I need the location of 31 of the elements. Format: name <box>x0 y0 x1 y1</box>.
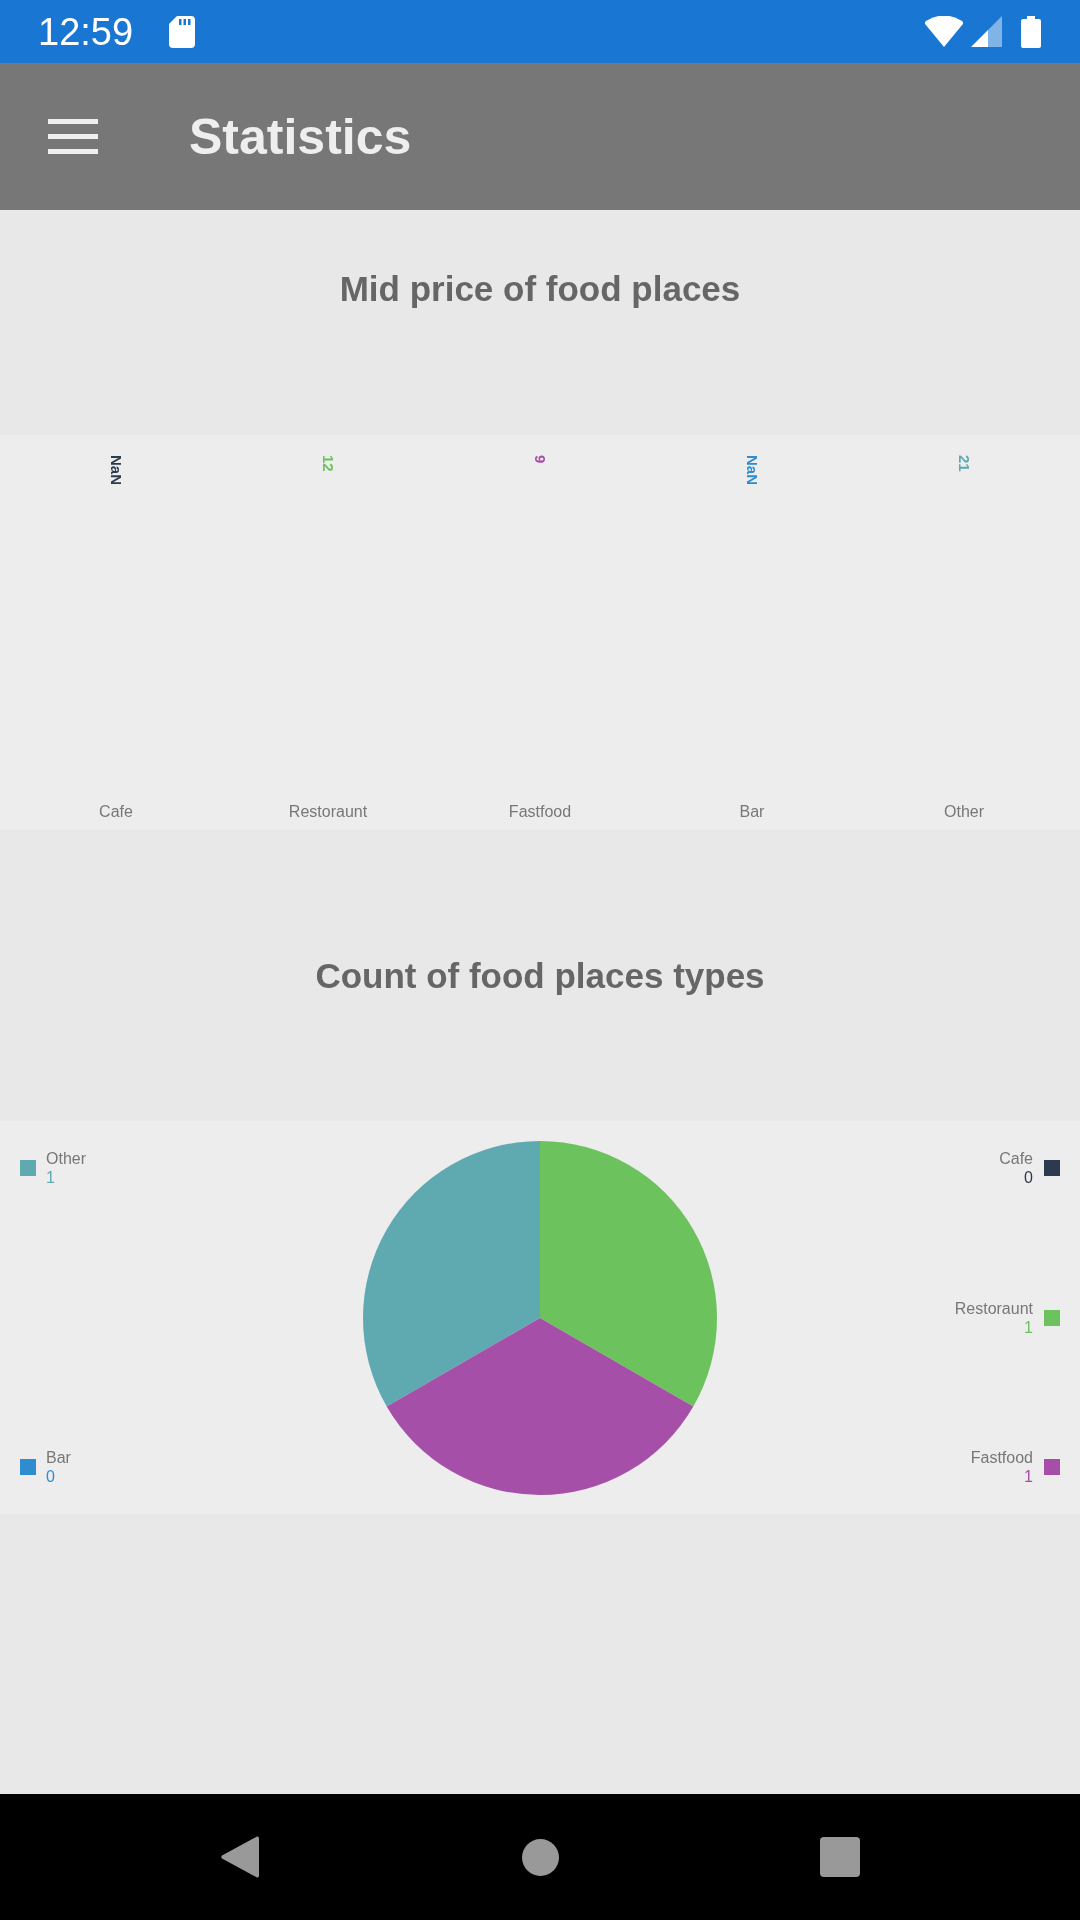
category-label: Bar <box>738 802 766 821</box>
category-label: Other <box>943 802 985 821</box>
legend-label: Restoraunt <box>954 1298 1033 1318</box>
battery-icon <box>1021 15 1041 48</box>
menu-icon[interactable] <box>48 119 98 154</box>
back-icon[interactable] <box>221 1836 259 1878</box>
value-label: 9 <box>531 455 549 464</box>
legend-label: Fastfood <box>970 1448 1033 1467</box>
signal-icon <box>971 16 1002 47</box>
chart-title: Count of food places types <box>315 955 765 996</box>
value-label: NaN <box>107 455 125 485</box>
legend-value: 0 <box>1024 1168 1033 1187</box>
category-label: Restoraunt <box>287 802 369 821</box>
home-icon[interactable] <box>521 1838 559 1876</box>
legend-label: Cafe <box>999 1149 1033 1168</box>
sd-card-icon <box>169 15 196 48</box>
legend-value: 1 <box>1024 1317 1033 1337</box>
value-label: 21 <box>955 455 973 472</box>
category-label: Fastfood <box>507 802 573 821</box>
legend-value: 1 <box>46 1168 56 1187</box>
chart-title: Mid price of food places <box>339 269 741 309</box>
toolbar-title: Statistics <box>189 107 412 166</box>
category-label: Cafe <box>98 802 134 821</box>
value-label: NaN <box>743 455 761 485</box>
legend-value: 1 <box>1024 1467 1033 1486</box>
legend-value: 0 <box>46 1467 56 1486</box>
value-label: 12 <box>319 455 337 472</box>
status-time: 12:59 <box>38 9 134 54</box>
legend-label: Bar <box>46 1448 71 1467</box>
wifi-icon <box>924 16 964 47</box>
legend-label: Other <box>46 1149 86 1168</box>
